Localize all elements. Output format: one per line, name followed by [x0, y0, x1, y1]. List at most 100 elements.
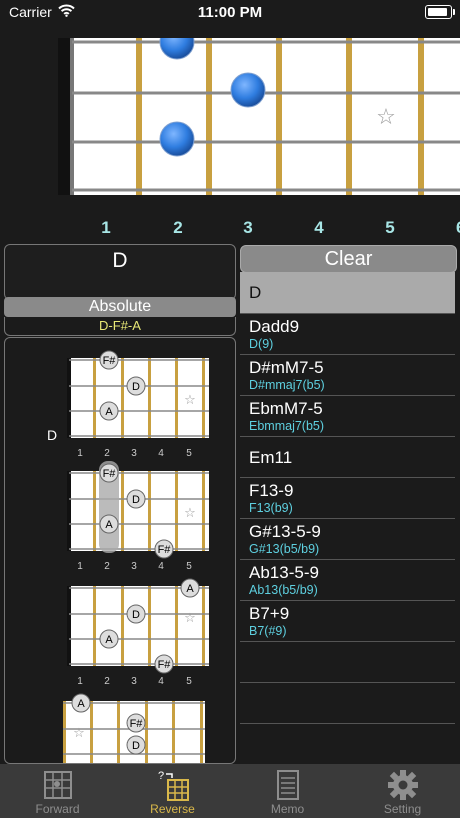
result-alias: B7(#9) [249, 624, 287, 638]
svg-text:2: 2 [104, 448, 110, 458]
tab-label: Forward [35, 802, 80, 816]
result-name: B7+9 [249, 604, 290, 623]
result-row[interactable]: EbmM7-5 Ebmmaj7(b5) [240, 396, 455, 437]
svg-text:?: ? [158, 770, 164, 782]
result-alias: Ab13(b5/b9) [249, 583, 318, 597]
svg-text:1: 1 [77, 676, 83, 686]
fret-number-row: 1 2 3 4 5 6 [0, 218, 460, 242]
status-time: 11:00 PM [197, 4, 263, 21]
svg-text:A: A [186, 583, 194, 595]
svg-text:A: A [105, 519, 113, 531]
tab-setting[interactable]: Setting [345, 764, 460, 818]
svg-text:2: 2 [104, 676, 110, 686]
chord-info-panel: D Absolute D-F#-A F# D A ☆ D 1 2 3 4 5 F# D … [4, 244, 236, 764]
svg-text:1: 1 [77, 448, 83, 458]
fretboard-dot[interactable] [230, 72, 266, 108]
fretboard[interactable]: ☆ [58, 38, 460, 195]
result-name: G#13-5-9 [249, 522, 321, 541]
fret-number: 5 [385, 218, 395, 237]
fret-number: 2 [173, 218, 183, 237]
fret-number: 6 [456, 218, 460, 238]
svg-text:F#: F# [158, 544, 172, 556]
chord-results-list[interactable]: D Dadd9 D(9) D#mM7-5 D#mmaj7(b5) EbmM7-5… [240, 272, 455, 764]
result-name: D#mM7-5 [249, 358, 324, 377]
tab-memo[interactable]: Memo [230, 764, 345, 818]
result-row[interactable]: D#mM7-5 D#mmaj7(b5) [240, 355, 455, 396]
note-dot-label: A [105, 406, 113, 418]
tab-label: Reverse [150, 802, 195, 816]
chord-forms-list[interactable]: F# D A ☆ D 1 2 3 4 5 F# D A F# ☆ 1 2 3 4 5 A D ☆… [4, 337, 236, 764]
fret-number: 1 [101, 218, 111, 237]
root-label: D [47, 427, 57, 443]
svg-text:3: 3 [131, 561, 137, 571]
svg-text:2: 2 [104, 561, 110, 571]
svg-text:A: A [77, 698, 85, 710]
tab-reverse[interactable]: ? Reverse [115, 764, 230, 818]
svg-text:☆: ☆ [73, 725, 85, 740]
chord-notes: D-F#-A [4, 317, 236, 336]
svg-text:☆: ☆ [184, 610, 196, 625]
empty-row [240, 683, 455, 724]
svg-text:4: 4 [158, 676, 164, 686]
result-row[interactable]: D [240, 272, 455, 314]
svg-text:☆: ☆ [184, 505, 196, 520]
chord-name: D [112, 249, 128, 272]
result-alias: D#mmaj7(b5) [249, 378, 325, 392]
result-name: Ab13-5-9 [249, 563, 319, 582]
svg-text:D: D [132, 494, 140, 506]
reverse-chord-icon: ? [158, 770, 189, 801]
svg-text:1: 1 [77, 561, 83, 571]
result-alias: Ebmmaj7(b5) [249, 419, 325, 433]
result-name: Em11 [249, 448, 293, 467]
svg-text:D: D [132, 740, 140, 752]
chord-form-diagram[interactable]: A D ☆ A F# 1 2 3 4 5 [9, 576, 231, 686]
result-row[interactable]: G#13-5-9 G#13(b5/b9) [240, 519, 455, 560]
result-alias: G#13(b5/b9) [249, 542, 320, 556]
svg-text:F#: F# [158, 659, 172, 671]
gear-icon [388, 770, 418, 800]
svg-text:3: 3 [131, 676, 137, 686]
tab-label: Setting [383, 802, 422, 816]
result-alias: D(9) [249, 337, 274, 351]
svg-text:5: 5 [186, 448, 192, 458]
result-row[interactable]: Dadd9 D(9) [240, 314, 455, 355]
empty-row [240, 724, 455, 764]
result-row[interactable]: Em11 [240, 437, 455, 478]
result-row[interactable]: F13-9 F13(b9) [240, 478, 455, 519]
svg-text:4: 4 [158, 448, 164, 458]
svg-text:☆: ☆ [184, 392, 196, 407]
chord-form-diagram[interactable]: F# D A F# ☆ 1 2 3 4 5 [9, 461, 231, 571]
result-row[interactable]: B7+9 B7(#9) [240, 601, 455, 642]
result-name: Dadd9 [249, 317, 300, 336]
empty-row [240, 642, 455, 683]
result-name: F13-9 [249, 481, 294, 500]
result-row[interactable]: Ab13-5-9 Ab13(b5/b9) [240, 560, 455, 601]
battery-icon [425, 5, 455, 19]
note-dot-label: F# [103, 355, 117, 367]
svg-text:5: 5 [186, 676, 192, 686]
fret-number: 4 [314, 218, 324, 237]
tab-forward[interactable]: Forward [0, 764, 115, 818]
svg-text:F#: F# [130, 718, 144, 730]
svg-text:A: A [105, 634, 113, 646]
tab-bar: Forward ? Reverse Memo Setting [0, 764, 460, 818]
clear-button[interactable]: Clear [240, 245, 457, 273]
svg-text:5: 5 [186, 561, 192, 571]
chord-form-diagram[interactable]: A F# D ☆ [9, 691, 231, 764]
fretboard-dot[interactable] [159, 121, 195, 157]
result-alias: F13(b9) [249, 501, 293, 515]
status-bar: Carrier 11:00 PM [0, 0, 460, 26]
svg-text:4: 4 [158, 561, 164, 571]
chord-form-diagram[interactable]: F# D A ☆ D 1 2 3 4 5 [9, 348, 231, 458]
result-name: D [249, 283, 262, 302]
absolute-mode-button[interactable]: Absolute [4, 297, 236, 317]
memo-icon [277, 770, 299, 800]
note-dot-label: D [132, 381, 140, 393]
tab-label: Memo [270, 802, 305, 816]
result-name: EbmM7-5 [249, 399, 323, 418]
chord-name-box: D [4, 244, 236, 300]
svg-text:D: D [132, 609, 140, 621]
star-marker: ☆ [376, 104, 396, 129]
fret-number: 3 [243, 218, 253, 237]
svg-text:3: 3 [131, 448, 137, 458]
